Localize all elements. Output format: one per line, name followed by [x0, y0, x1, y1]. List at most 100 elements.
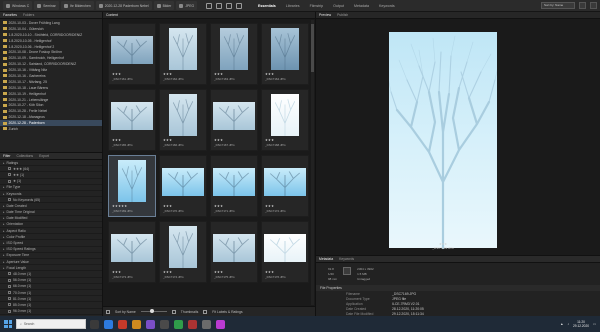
thumbnail-cell[interactable]: ★★★ _DSC7173.JPG	[108, 221, 156, 283]
filter-icon[interactable]	[106, 309, 110, 314]
rating-stars[interactable]: ★★★	[163, 138, 172, 142]
workspace-tab-libraries[interactable]: Libraries	[286, 4, 300, 8]
sort-direction-button[interactable]	[579, 2, 586, 9]
rating-stars[interactable]: ★★★	[265, 270, 274, 274]
breadcrumb-item[interactable]: Windows C	[3, 1, 33, 10]
footer-view-label[interactable]: Thumbnails	[181, 310, 199, 314]
chevron-right-icon[interactable]: ▸	[3, 235, 5, 239]
thumbnail-image[interactable]	[213, 168, 255, 196]
chevron-right-icon[interactable]: ▸	[3, 192, 5, 196]
rating-stars[interactable]: ★★★	[214, 72, 223, 76]
footer-display-label[interactable]: Fit Labels & Ratings	[212, 310, 242, 314]
breadcrumb-item[interactable]: Ihr Bilderchen	[60, 1, 94, 10]
tab-filter[interactable]: Filter	[3, 154, 11, 158]
rating-stars[interactable]: ★★★	[112, 72, 121, 76]
filter-checkbox[interactable]	[8, 272, 11, 276]
refresh-icon[interactable]	[226, 2, 233, 9]
chevron-right-icon[interactable]: ▸	[3, 222, 5, 226]
filter-checkbox[interactable]	[8, 167, 11, 171]
network-icon[interactable]: ▲	[560, 322, 563, 326]
taskbar-app-icon[interactable]	[146, 319, 155, 329]
view-options-button[interactable]	[590, 2, 597, 9]
tab-collections[interactable]: Collections	[17, 154, 34, 158]
rating-stars[interactable]: ★★★	[214, 138, 223, 142]
breadcrumb-item[interactable]: JPEG	[176, 1, 198, 10]
taskbar-app-icon[interactable]	[118, 319, 127, 329]
rating-stars[interactable]: ★★★	[163, 204, 172, 208]
thumbnail-image[interactable]	[213, 234, 255, 262]
filter-checkbox[interactable]	[8, 309, 11, 313]
tab-keywords[interactable]: Keywords	[339, 257, 354, 261]
workspace-tab-essentials[interactable]: Essentials	[258, 4, 276, 8]
tab-folders[interactable]: Folders	[23, 13, 34, 17]
preview-image[interactable]	[389, 26, 497, 254]
workspace-tab-output[interactable]: Output	[333, 4, 344, 8]
thumbnail-image[interactable]	[118, 160, 146, 202]
taskbar-app-icon[interactable]	[160, 319, 169, 329]
footer-sort-label[interactable]: Sort by Name	[115, 310, 136, 314]
thumbnail-image[interactable]	[111, 36, 153, 64]
notification-icon[interactable]: ▭	[593, 322, 596, 326]
chevron-right-icon[interactable]: ▸	[3, 161, 5, 165]
volume-icon[interactable]: ♪	[567, 322, 569, 326]
forward-icon[interactable]	[216, 2, 223, 9]
thumbnail-cell[interactable]: ★★★ _DSC7175.JPG	[210, 221, 258, 283]
thumbnail-image[interactable]	[169, 94, 197, 136]
thumbnail-image[interactable]	[111, 102, 153, 130]
taskbar-app-icon[interactable]	[216, 319, 225, 329]
chevron-right-icon[interactable]: ▸	[3, 185, 5, 189]
thumbnail-image[interactable]	[271, 28, 299, 70]
tab-publish[interactable]: Publish	[337, 13, 348, 17]
thumbnail-image[interactable]	[220, 28, 248, 70]
chevron-right-icon[interactable]: ▸	[3, 266, 5, 270]
thumbnail-cell[interactable]: ★★★ _DSC7176.JPG	[261, 221, 309, 283]
filter-checkbox[interactable]	[8, 179, 11, 183]
chevron-right-icon[interactable]: ▸	[3, 229, 5, 233]
filter-checkbox[interactable]	[8, 198, 11, 202]
chevron-right-icon[interactable]: ▸	[3, 216, 5, 220]
filter-checkbox[interactable]	[8, 297, 11, 301]
chevron-right-icon[interactable]: ▸	[3, 204, 5, 208]
taskbar-app-icon[interactable]	[174, 319, 183, 329]
tab-favorites[interactable]: Favorites	[3, 13, 17, 17]
thumbnail-cell[interactable]: ★★★ _DSC7165.JPG	[108, 89, 156, 151]
thumbnail-cell[interactable]: ★★★★★ _DSC7169.JPG	[108, 155, 156, 217]
thumbnail-cell[interactable]: ★★★ _DSC7163.JPG	[210, 23, 258, 85]
sort-dropdown[interactable]: Sort by: Name	[541, 2, 575, 9]
rating-stars[interactable]: ★★★	[163, 72, 172, 76]
taskbar-search[interactable]: ⌕ Search	[16, 319, 86, 329]
thumbnail-image[interactable]	[264, 168, 306, 196]
slider-knob[interactable]	[149, 309, 154, 314]
rating-stars[interactable]: ★★★	[265, 72, 274, 76]
rating-stars[interactable]: ★★★	[214, 204, 223, 208]
breadcrumb-item[interactable]: Bilder	[153, 1, 175, 10]
filter-checkbox[interactable]	[8, 173, 11, 177]
back-icon[interactable]	[206, 2, 213, 9]
grid-view-icon[interactable]	[171, 309, 176, 314]
taskbar-app-icon[interactable]	[104, 319, 113, 329]
taskbar-clock[interactable]: 11:20 29.12.2020	[573, 320, 589, 328]
rotate-icon[interactable]	[236, 2, 243, 9]
breadcrumb-item[interactable]: 2020-12-28 Paderborn Nebel	[95, 1, 152, 10]
thumbnail-image[interactable]	[213, 102, 255, 130]
filter-checkbox[interactable]	[8, 291, 11, 295]
workspace-tab-metadata[interactable]: Metadata	[354, 4, 369, 8]
thumbnail-image[interactable]	[162, 168, 204, 196]
rating-stars[interactable]: ★★★	[112, 270, 121, 274]
thumbnail-cell[interactable]: ★★★ _DSC7172.JPG	[261, 155, 309, 217]
grid-scrollbar[interactable]	[311, 20, 314, 305]
grid-scrollbar-thumb[interactable]	[311, 24, 314, 72]
filter-checkbox[interactable]	[8, 284, 11, 288]
rating-stars[interactable]: ★★★★★	[112, 204, 127, 208]
workspace-tab-filmstrip[interactable]: Filmstrip	[310, 4, 324, 8]
chevron-right-icon[interactable]: ▸	[3, 260, 5, 264]
thumbnail-image[interactable]	[111, 234, 153, 262]
thumbnail-cell[interactable]: ★★★ _DSC7170.JPG	[159, 155, 207, 217]
filter-checkbox[interactable]	[8, 278, 11, 282]
rating-stars[interactable]: ★★★	[265, 138, 274, 142]
thumbnail-cell[interactable]: ★★★ _DSC7161.JPG	[108, 23, 156, 85]
tab-content[interactable]: Content	[106, 13, 118, 17]
thumbnail-cell[interactable]: ★★★ _DSC7174.JPG	[159, 221, 207, 283]
windows-start-icon[interactable]	[4, 320, 12, 328]
taskbar-app-icon[interactable]	[90, 319, 99, 329]
